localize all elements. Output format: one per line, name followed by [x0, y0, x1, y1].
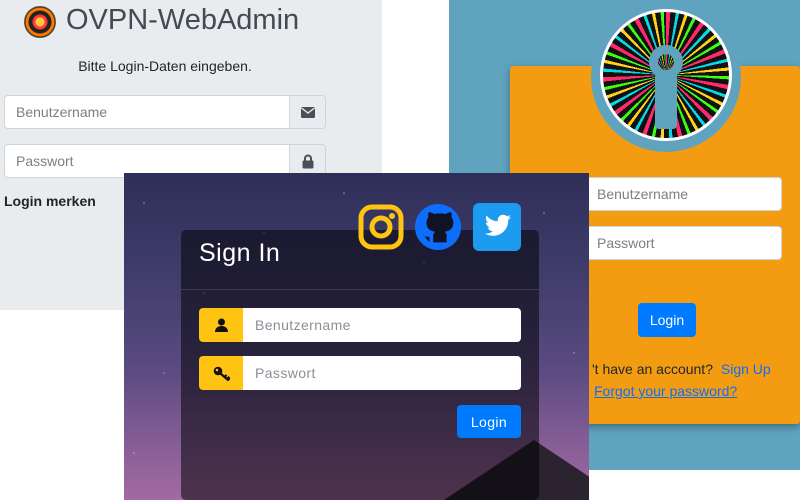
openvpn-logo-icon: [24, 6, 56, 38]
night-login-button[interactable]: Login: [457, 405, 521, 438]
envelope-icon: [289, 95, 326, 129]
night-password-input[interactable]: [243, 356, 521, 390]
forgot-password-link[interactable]: Forgot your password?: [594, 383, 737, 399]
signin-title: Sign In: [199, 239, 281, 267]
night-username-group: [199, 308, 521, 342]
github-icon[interactable]: [414, 203, 462, 251]
user-icon: [199, 308, 243, 342]
night-password-group: [199, 356, 521, 390]
remember-login-label[interactable]: Login merken: [4, 193, 96, 209]
instagram-icon[interactable]: [357, 203, 405, 251]
night-username-input[interactable]: [243, 308, 521, 342]
username-field-group: [4, 95, 326, 129]
openvpn-logo-icon: [600, 9, 732, 141]
orange-password-input[interactable]: [584, 226, 782, 260]
username-input[interactable]: [4, 95, 289, 129]
orange-username-input[interactable]: [584, 177, 782, 211]
signup-row: 't have an account? Sign Up: [592, 361, 771, 377]
app-title: OVPN-WebAdmin: [66, 4, 300, 36]
twitter-icon[interactable]: [473, 203, 521, 251]
signup-text: 't have an account?: [592, 361, 713, 377]
card-divider: [181, 289, 539, 290]
login-hint: Bitte Login-Daten eingeben.: [78, 58, 252, 74]
keyhole-ring: [649, 45, 683, 79]
keyhole-stem: [655, 73, 677, 129]
key-icon: [199, 356, 243, 390]
orange-login-button[interactable]: Login: [638, 303, 696, 337]
signup-link[interactable]: Sign Up: [721, 361, 771, 377]
